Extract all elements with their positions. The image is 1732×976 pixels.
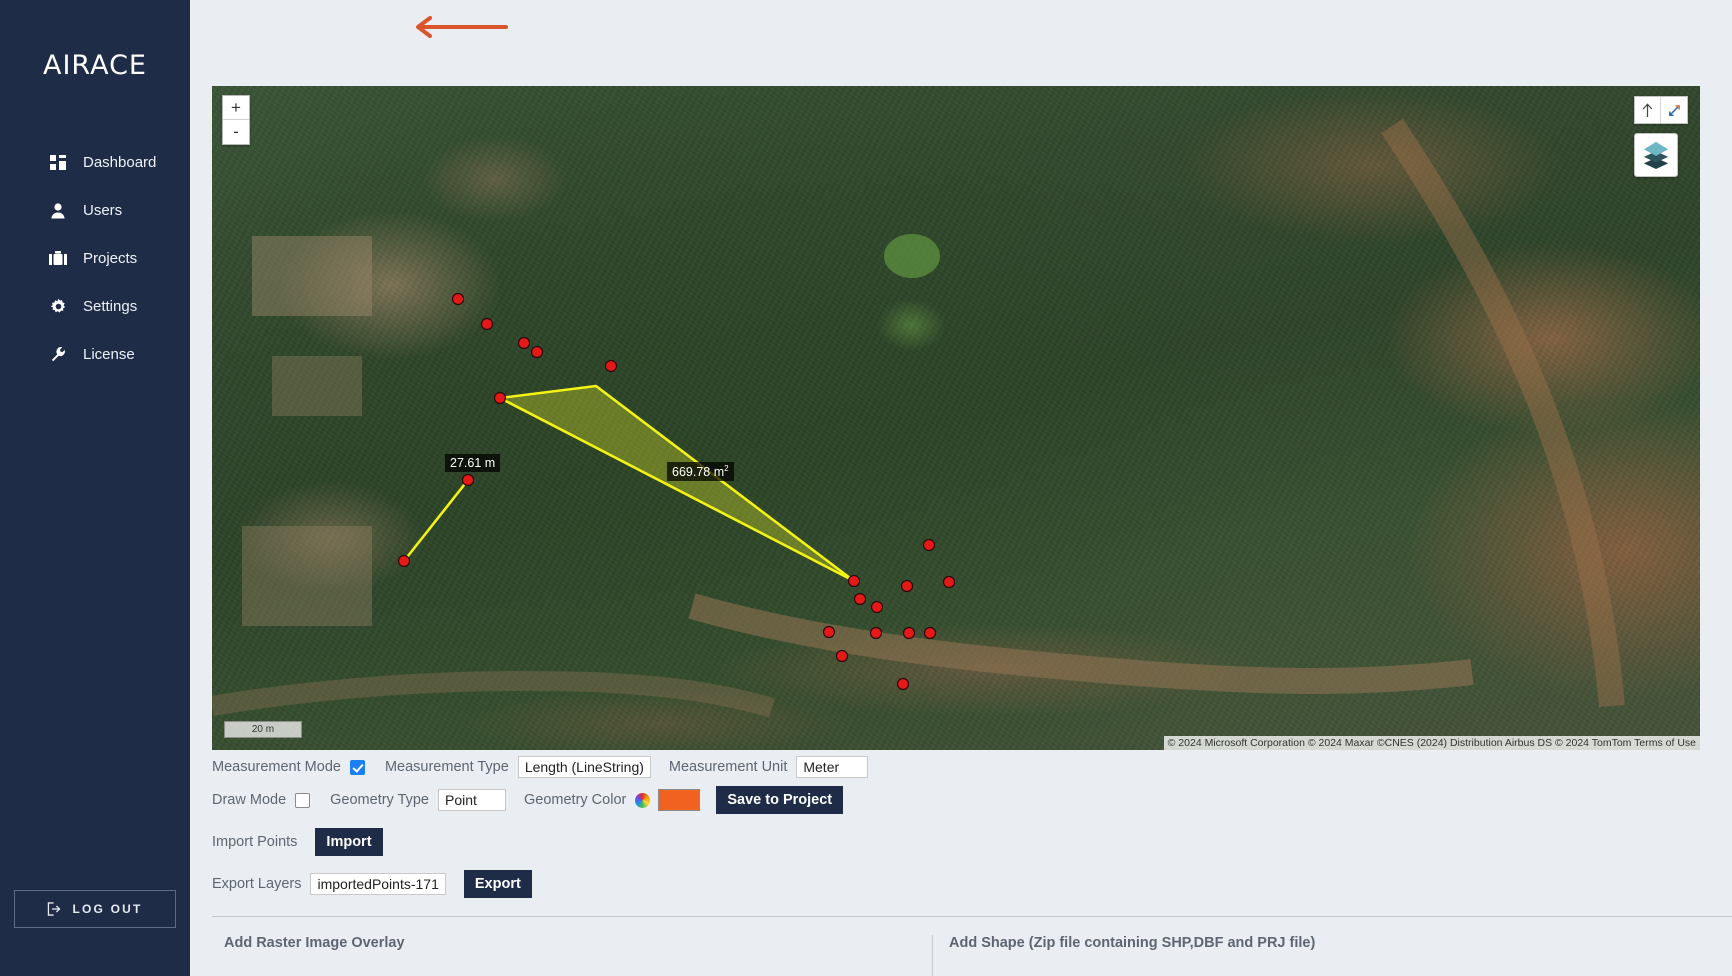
logout-icon xyxy=(47,902,62,916)
export-row: Export Layers importedPoints-171 Export xyxy=(212,870,1732,898)
map-marker[interactable] xyxy=(461,473,475,487)
map-top-right-controls xyxy=(1634,96,1688,177)
map-marker[interactable] xyxy=(822,625,836,639)
map-marker[interactable] xyxy=(922,538,936,552)
raster-section: Add Raster Image Overlay Add Georeferenc… xyxy=(212,935,932,976)
logout-container: LOG OUT xyxy=(14,890,176,928)
map-marker[interactable] xyxy=(900,579,914,593)
sidebar-item-settings[interactable]: Settings xyxy=(0,282,190,330)
zoom-out-button[interactable]: - xyxy=(223,120,249,144)
app-logo: AIRACE xyxy=(0,0,190,130)
sidebar-item-projects[interactable]: Projects xyxy=(0,234,190,282)
map-tools-panel: Measurement Mode Measurement Type Length… xyxy=(212,756,1732,976)
import-points-label: Import Points xyxy=(212,834,298,850)
map-point-markers[interactable] xyxy=(212,86,1700,750)
measurement-label-length: 27.61 m xyxy=(445,454,501,472)
export-layers-input[interactable]: importedPoints-171 xyxy=(310,873,446,895)
export-button[interactable]: Export xyxy=(463,870,532,898)
measurement-row: Measurement Mode Measurement Type Length… xyxy=(212,756,1732,778)
map-marker[interactable] xyxy=(397,554,411,568)
shape-section-title: Add Shape (Zip file containing SHP,DBF a… xyxy=(949,935,1316,951)
logout-label: LOG OUT xyxy=(72,902,143,916)
zoom-in-button[interactable]: + xyxy=(223,96,249,120)
main-content: 27.61 m 669.78 m2 + - 20 m © 2024 Micros… xyxy=(190,0,1732,976)
panel-divider xyxy=(212,916,1732,917)
export-layers-label: Export Layers xyxy=(212,876,302,892)
draw-mode-checkbox[interactable] xyxy=(295,792,311,808)
measurement-type-label: Measurement Type xyxy=(384,759,509,775)
map-marker[interactable] xyxy=(835,649,849,663)
map-marker[interactable] xyxy=(902,626,916,640)
sidebar-item-license[interactable]: License xyxy=(0,330,190,378)
map-marker[interactable] xyxy=(451,292,465,306)
sidebar-item-label: Users xyxy=(83,201,123,219)
geometry-color-swatch[interactable] xyxy=(658,789,701,811)
annotation-arrow-icon xyxy=(416,16,508,38)
raster-section-title: Add Raster Image Overlay xyxy=(224,935,405,951)
save-to-project-button[interactable]: Save to Project xyxy=(716,786,844,814)
logout-button[interactable]: LOG OUT xyxy=(14,890,176,928)
sidebar: AIRACE Dashboard Users Projects Settings… xyxy=(0,0,190,976)
measurement-type-input[interactable]: Length (LineString) xyxy=(517,756,651,778)
map-marker[interactable] xyxy=(493,391,507,405)
draw-row: Draw Mode Geometry Type Point Geometry C… xyxy=(212,786,1732,814)
map-marker[interactable] xyxy=(530,345,544,359)
color-wheel-icon[interactable] xyxy=(635,792,651,808)
map-marker[interactable] xyxy=(923,626,937,640)
diagonal-expand-icon[interactable] xyxy=(1661,97,1687,123)
map-scale-bar: 20 m xyxy=(224,721,302,738)
sidebar-item-label: Projects xyxy=(83,249,138,267)
measurement-mode-label: Measurement Mode xyxy=(212,759,341,775)
sidebar-nav: Dashboard Users Projects Settings Licens… xyxy=(0,138,190,378)
sidebar-item-label: Settings xyxy=(83,297,138,315)
map-zoom-controls[interactable]: + - xyxy=(222,95,250,145)
measurement-unit-input[interactable]: Meter xyxy=(796,756,869,778)
shape-section: Add Shape (Zip file containing SHP,DBF a… xyxy=(932,935,1417,976)
layers-stack-icon[interactable] xyxy=(1634,133,1678,177)
map-marker[interactable] xyxy=(604,359,618,373)
map-marker[interactable] xyxy=(942,575,956,589)
map-marker[interactable] xyxy=(517,336,531,350)
sidebar-item-label: License xyxy=(83,345,135,363)
wrench-icon xyxy=(47,344,69,364)
draw-mode-label: Draw Mode xyxy=(212,792,287,808)
sidebar-item-label: Dashboard xyxy=(83,153,157,171)
map-marker[interactable] xyxy=(853,592,867,606)
map-marker[interactable] xyxy=(869,626,883,640)
map-canvas[interactable]: 27.61 m 669.78 m2 + - 20 m © 2024 Micros… xyxy=(212,86,1700,750)
geometry-type-input[interactable]: Point xyxy=(438,789,506,811)
map-marker[interactable] xyxy=(480,317,494,331)
map-marker[interactable] xyxy=(847,574,861,588)
measurement-mode-checkbox[interactable] xyxy=(349,759,365,775)
user-icon xyxy=(47,200,69,220)
file-sections: Add Raster Image Overlay Add Georeferenc… xyxy=(212,935,1732,976)
gear-icon xyxy=(47,296,69,316)
import-row: Import Points Import xyxy=(212,828,1732,856)
grid-icon xyxy=(47,152,69,172)
briefcase-icon xyxy=(47,248,69,268)
map-marker[interactable] xyxy=(870,600,884,614)
up-arrow-icon[interactable] xyxy=(1635,97,1661,123)
map-marker[interactable] xyxy=(896,677,910,691)
geometry-type-label: Geometry Type xyxy=(330,792,429,808)
measurement-label-area: 669.78 m2 xyxy=(667,462,734,482)
import-button[interactable]: Import xyxy=(315,828,383,856)
map-attribution[interactable]: © 2024 Microsoft Corporation © 2024 Maxa… xyxy=(1163,736,1700,750)
measurement-unit-label: Measurement Unit xyxy=(668,759,788,775)
geometry-color-label: Geometry Color xyxy=(524,792,627,808)
sidebar-item-users[interactable]: Users xyxy=(0,186,190,234)
brand-text: AIRACE xyxy=(42,49,147,81)
sidebar-item-dashboard[interactable]: Dashboard xyxy=(0,138,190,186)
